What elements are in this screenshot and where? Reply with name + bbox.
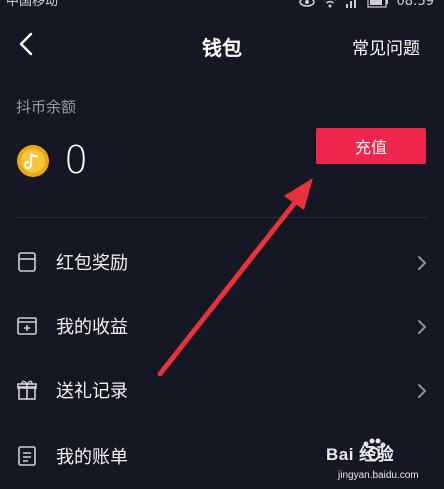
chevron-right-icon [418,320,426,334]
watermark-brand: Bai 经验 [326,445,395,464]
signal-icon [345,0,356,8]
bill-icon [18,446,36,466]
menu-item-label: 我的账单 [56,447,128,468]
divider [16,217,428,218]
top-nav: 钱包 常见问题 [0,22,444,68]
menu-item-label: 我的收益 [56,317,128,338]
recharge-button[interactable]: 充值 [316,128,426,164]
chevron-right-icon [418,256,426,270]
coin-icon [17,145,49,177]
menu-item-earnings[interactable]: 我的收益 [0,300,444,352]
watermark-url: jingyan.baidu.com [338,470,419,481]
battery-icon [366,0,388,8]
carrier-label: 中国移动 [6,0,59,9]
faq-link[interactable]: 常见问题 [352,34,420,59]
gift-icon [17,380,37,400]
red-packet-icon [18,252,36,272]
earnings-icon [17,317,37,335]
balance-label: 抖币余额 [16,98,77,116]
balance-value: 0 [64,138,89,182]
chevron-right-icon [418,384,426,398]
clock: 08:59 [396,0,434,9]
status-bar: 中国移动 08:59 [0,0,444,12]
menu-item-label: 送礼记录 [56,381,128,402]
menu-item-label: 红包奖励 [56,253,128,274]
wifi-icon [323,0,336,8]
status-icons: 08:59 [298,0,434,9]
menu-item-red-packet[interactable]: 红包奖励 [0,236,444,288]
menu-item-gift-records[interactable]: 送礼记录 [0,364,444,416]
eye-icon [298,0,315,7]
